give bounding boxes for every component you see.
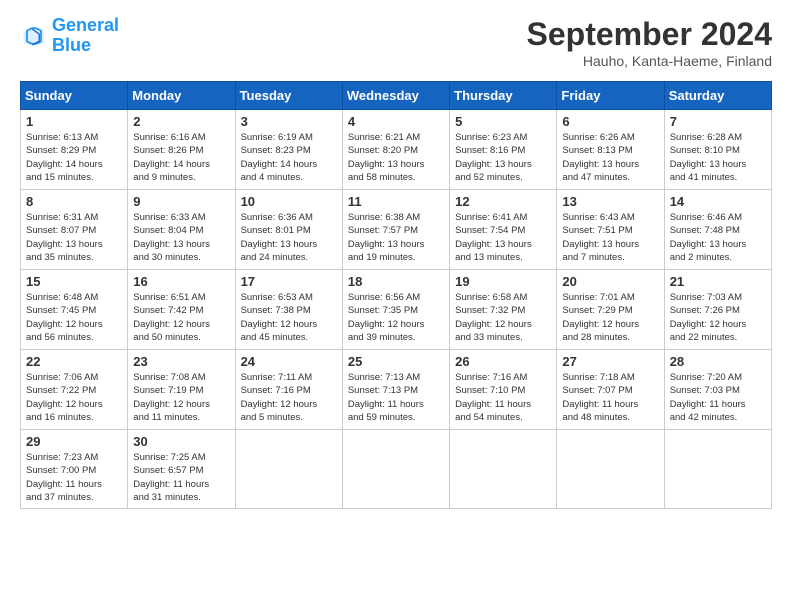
location: Hauho, Kanta-Haeme, Finland: [527, 53, 772, 69]
day-27: 27 Sunrise: 7:18 AMSunset: 7:07 PMDaylig…: [557, 350, 664, 430]
day-17: 17 Sunrise: 6:53 AMSunset: 7:38 PMDaylig…: [235, 270, 342, 350]
empty-cell-4: [557, 430, 664, 509]
day-7: 7 Sunrise: 6:28 AMSunset: 8:10 PMDayligh…: [664, 110, 771, 190]
day-11: 11 Sunrise: 6:38 AMSunset: 7:57 PMDaylig…: [342, 190, 449, 270]
logo-text: General Blue: [52, 16, 119, 56]
calendar: Sunday Monday Tuesday Wednesday Thursday…: [20, 81, 772, 509]
logo-general: General: [52, 15, 119, 35]
day-30: 30 Sunrise: 7:25 AMSunset: 6:57 PMDaylig…: [128, 430, 235, 509]
month-title: September 2024: [527, 16, 772, 53]
week-row-3: 15 Sunrise: 6:48 AMSunset: 7:45 PMDaylig…: [21, 270, 772, 350]
day-3: 3 Sunrise: 6:19 AMSunset: 8:23 PMDayligh…: [235, 110, 342, 190]
day-22: 22 Sunrise: 7:06 AMSunset: 7:22 PMDaylig…: [21, 350, 128, 430]
col-tuesday: Tuesday: [235, 82, 342, 110]
day-13: 13 Sunrise: 6:43 AMSunset: 7:51 PMDaylig…: [557, 190, 664, 270]
calendar-header-row: Sunday Monday Tuesday Wednesday Thursday…: [21, 82, 772, 110]
col-saturday: Saturday: [664, 82, 771, 110]
logo-blue: Blue: [52, 35, 91, 55]
empty-cell-2: [342, 430, 449, 509]
day-29: 29 Sunrise: 7:23 AMSunset: 7:00 PMDaylig…: [21, 430, 128, 509]
col-sunday: Sunday: [21, 82, 128, 110]
header: General Blue September 2024 Hauho, Kanta…: [20, 16, 772, 69]
empty-cell-3: [450, 430, 557, 509]
logo-icon: [20, 22, 48, 50]
empty-cell-5: [664, 430, 771, 509]
day-4: 4 Sunrise: 6:21 AMSunset: 8:20 PMDayligh…: [342, 110, 449, 190]
day-28: 28 Sunrise: 7:20 AMSunset: 7:03 PMDaylig…: [664, 350, 771, 430]
day-14: 14 Sunrise: 6:46 AMSunset: 7:48 PMDaylig…: [664, 190, 771, 270]
col-thursday: Thursday: [450, 82, 557, 110]
day-23: 23 Sunrise: 7:08 AMSunset: 7:19 PMDaylig…: [128, 350, 235, 430]
day-5: 5 Sunrise: 6:23 AMSunset: 8:16 PMDayligh…: [450, 110, 557, 190]
week-row-5: 29 Sunrise: 7:23 AMSunset: 7:00 PMDaylig…: [21, 430, 772, 509]
col-friday: Friday: [557, 82, 664, 110]
day-19: 19 Sunrise: 6:58 AMSunset: 7:32 PMDaylig…: [450, 270, 557, 350]
day-25: 25 Sunrise: 7:13 AMSunset: 7:13 PMDaylig…: [342, 350, 449, 430]
day-9: 9 Sunrise: 6:33 AMSunset: 8:04 PMDayligh…: [128, 190, 235, 270]
day-26: 26 Sunrise: 7:16 AMSunset: 7:10 PMDaylig…: [450, 350, 557, 430]
day-6: 6 Sunrise: 6:26 AMSunset: 8:13 PMDayligh…: [557, 110, 664, 190]
day-18: 18 Sunrise: 6:56 AMSunset: 7:35 PMDaylig…: [342, 270, 449, 350]
day-21: 21 Sunrise: 7:03 AMSunset: 7:26 PMDaylig…: [664, 270, 771, 350]
empty-cell-1: [235, 430, 342, 509]
day-1: 1 Sunrise: 6:13 AMSunset: 8:29 PMDayligh…: [21, 110, 128, 190]
page: General Blue September 2024 Hauho, Kanta…: [0, 0, 792, 612]
day-20: 20 Sunrise: 7:01 AMSunset: 7:29 PMDaylig…: [557, 270, 664, 350]
title-block: September 2024 Hauho, Kanta-Haeme, Finla…: [527, 16, 772, 69]
week-row-4: 22 Sunrise: 7:06 AMSunset: 7:22 PMDaylig…: [21, 350, 772, 430]
day-15: 15 Sunrise: 6:48 AMSunset: 7:45 PMDaylig…: [21, 270, 128, 350]
col-monday: Monday: [128, 82, 235, 110]
day-12: 12 Sunrise: 6:41 AMSunset: 7:54 PMDaylig…: [450, 190, 557, 270]
day-16: 16 Sunrise: 6:51 AMSunset: 7:42 PMDaylig…: [128, 270, 235, 350]
week-row-2: 8 Sunrise: 6:31 AMSunset: 8:07 PMDayligh…: [21, 190, 772, 270]
col-wednesday: Wednesday: [342, 82, 449, 110]
logo: General Blue: [20, 16, 119, 56]
week-row-1: 1 Sunrise: 6:13 AMSunset: 8:29 PMDayligh…: [21, 110, 772, 190]
day-10: 10 Sunrise: 6:36 AMSunset: 8:01 PMDaylig…: [235, 190, 342, 270]
day-2: 2 Sunrise: 6:16 AMSunset: 8:26 PMDayligh…: [128, 110, 235, 190]
day-8: 8 Sunrise: 6:31 AMSunset: 8:07 PMDayligh…: [21, 190, 128, 270]
day-24: 24 Sunrise: 7:11 AMSunset: 7:16 PMDaylig…: [235, 350, 342, 430]
